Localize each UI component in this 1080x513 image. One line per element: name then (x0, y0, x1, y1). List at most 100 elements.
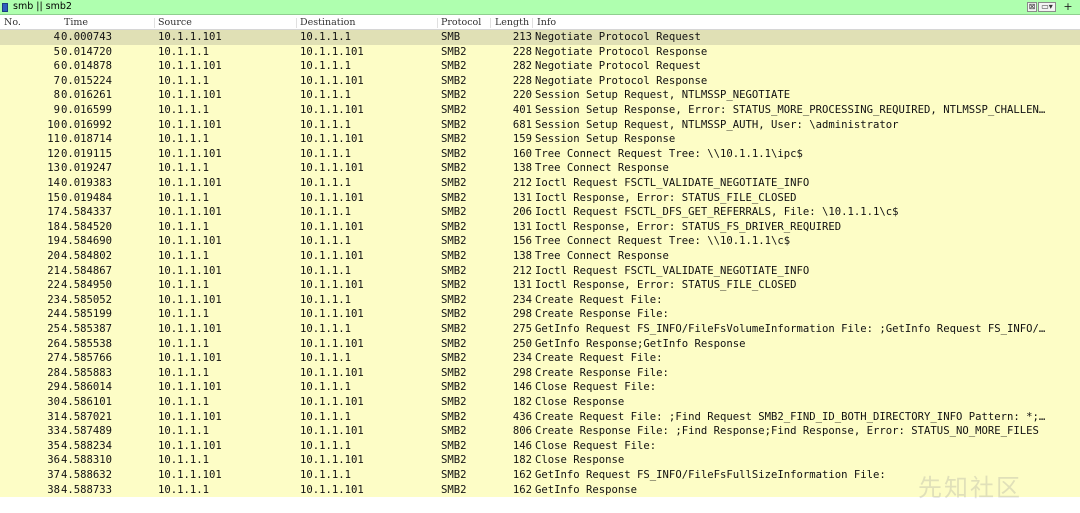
column-header-destination[interactable]: Destination (300, 17, 355, 29)
packet-info: Create Response File: (535, 308, 669, 321)
packet-number: 30 (47, 396, 60, 408)
packet-source: 10.1.1.1 (158, 191, 210, 204)
display-filter-input[interactable]: smb || smb2 (13, 1, 72, 13)
packet-row[interactable]: 31 4.587021 10.1.1.101 10.1.1.1 SMB2 436 Creat… (0, 409, 1080, 425)
packet-number: 14 (47, 177, 60, 189)
packet-source: 10.1.1.101 (158, 381, 222, 394)
column-header-time[interactable]: Time (64, 17, 88, 29)
packet-row[interactable]: 29 4.586014 10.1.1.101 10.1.1.1 SMB2 146 Close… (0, 380, 1080, 395)
packet-row[interactable]: 14 0.019383 10.1.1.101 10.1.1.1 SMB2 212 Ioctl… (0, 176, 1080, 191)
packet-number: 22 (47, 279, 60, 292)
packet-info: Negotiate Protocol Request (535, 60, 701, 73)
packet-row[interactable]: 11 0.018714 10.1.1.1 10.1.1.101 SMB2 159 Sessi… (0, 132, 1080, 147)
packet-protocol: SMB2 (441, 133, 467, 146)
packet-row[interactable]: 18 4.584520 10.1.1.1 10.1.1.101 SMB2 131 Ioctl… (0, 219, 1080, 235)
clear-filter-icon[interactable]: ⊠ (1027, 2, 1037, 12)
packet-length: 182 (512, 396, 532, 408)
packet-number: 17 (47, 206, 60, 219)
packet-info: GetInfo Response;GetInfo Response (535, 337, 746, 350)
packet-protocol: SMB2 (441, 60, 467, 73)
add-filter-button-icon[interactable]: + (1062, 1, 1074, 12)
packet-row[interactable]: 35 4.588234 10.1.1.101 10.1.1.1 SMB2 146 Close… (0, 438, 1080, 454)
column-header-length[interactable]: Length (495, 17, 529, 29)
packet-row[interactable]: 28 4.585883 10.1.1.1 10.1.1.101 SMB2 298 Creat… (0, 365, 1080, 381)
packet-length: 220 (512, 89, 532, 102)
column-divider[interactable] (532, 18, 533, 28)
packet-length: 159 (512, 133, 532, 146)
packet-destination: 10.1.1.101 (300, 366, 364, 379)
packet-destination: 10.1.1.101 (300, 279, 364, 292)
packet-row[interactable]: 13 0.019247 10.1.1.1 10.1.1.101 SMB2 138 Tree … (0, 161, 1080, 176)
packet-row[interactable]: 4 0.000743 10.1.1.101 10.1.1.1 SMB 213 Negotia… (0, 30, 1080, 45)
packet-source: 10.1.1.1 (158, 396, 210, 408)
packet-source: 10.1.1.1 (158, 454, 210, 467)
packet-row[interactable]: 22 4.584950 10.1.1.1 10.1.1.101 SMB2 131 Ioctl… (0, 278, 1080, 293)
packet-time: 4.584867 (61, 264, 113, 277)
packet-row[interactable]: 20 4.584802 10.1.1.1 10.1.1.101 SMB2 138 Tree … (0, 249, 1080, 264)
packet-protocol: SMB2 (441, 352, 467, 365)
packet-length: 401 (512, 104, 532, 116)
column-header-info[interactable]: Info (537, 17, 556, 29)
packet-row[interactable]: 30 4.586101 10.1.1.1 10.1.1.101 SMB2 182 Close… (0, 395, 1080, 410)
packet-source: 10.1.1.1 (158, 366, 210, 379)
packet-protocol: SMB2 (441, 191, 467, 204)
packet-time: 4.585387 (61, 323, 113, 335)
packet-source: 10.1.1.101 (158, 293, 222, 306)
packet-info: Close Request File: (535, 439, 657, 452)
packet-protocol: SMB2 (441, 235, 467, 248)
packet-number: 25 (47, 323, 60, 335)
packet-row[interactable]: 25 4.585387 10.1.1.101 10.1.1.1 SMB2 275 GetIn… (0, 322, 1080, 337)
packet-row[interactable]: 36 4.588310 10.1.1.1 10.1.1.101 SMB2 182 Close… (0, 453, 1080, 468)
packet-info: Ioctl Response, Error: STATUS_FILE_CLOSE… (535, 279, 797, 292)
packet-row[interactable]: 8 0.016261 10.1.1.101 10.1.1.1 SMB2 220 Sessio… (0, 88, 1080, 103)
packet-destination: 10.1.1.1 (300, 60, 352, 73)
packet-row[interactable]: 38 4.588733 10.1.1.1 10.1.1.101 SMB2 162 GetIn… (0, 482, 1080, 498)
packet-row[interactable]: 37 4.588632 10.1.1.101 10.1.1.1 SMB2 162 GetIn… (0, 468, 1080, 483)
packet-length: 436 (512, 410, 532, 423)
packet-row[interactable]: 7 0.015224 10.1.1.1 10.1.1.101 SMB2 228 Negoti… (0, 73, 1080, 89)
packet-source: 10.1.1.1 (158, 45, 210, 58)
packet-length: 228 (512, 45, 532, 58)
packet-source: 10.1.1.101 (158, 235, 222, 248)
packet-number: 36 (47, 454, 60, 467)
packet-row[interactable]: 24 4.585199 10.1.1.1 10.1.1.101 SMB2 298 Creat… (0, 307, 1080, 322)
packet-row[interactable]: 10 0.016992 10.1.1.101 10.1.1.1 SMB2 681 Sessi… (0, 117, 1080, 133)
packet-row[interactable]: 27 4.585766 10.1.1.101 10.1.1.1 SMB2 234 Creat… (0, 351, 1080, 366)
column-header-no[interactable]: No. (4, 17, 21, 29)
column-divider[interactable] (490, 18, 491, 28)
packet-row[interactable]: 6 0.014878 10.1.1.101 10.1.1.1 SMB2 282 Negoti… (0, 59, 1080, 74)
packet-destination: 10.1.1.101 (300, 191, 364, 204)
packet-destination: 10.1.1.101 (300, 133, 364, 146)
packet-info: Tree Connect Response (535, 250, 669, 262)
packet-row[interactable]: 21 4.584867 10.1.1.101 10.1.1.1 SMB2 212 Ioctl… (0, 263, 1080, 279)
packet-row[interactable]: 17 4.584337 10.1.1.101 10.1.1.1 SMB2 206 Ioctl… (0, 205, 1080, 220)
bookmark-icon[interactable] (2, 3, 8, 12)
packet-time: 0.019247 (61, 162, 113, 175)
packet-row[interactable]: 5 0.014720 10.1.1.1 10.1.1.101 SMB2 228 Negoti… (0, 44, 1080, 60)
packet-row[interactable]: 15 0.019484 10.1.1.1 10.1.1.101 SMB2 131 Ioctl… (0, 190, 1080, 206)
packet-row[interactable]: 33 4.587489 10.1.1.1 10.1.1.101 SMB2 806 Creat… (0, 424, 1080, 439)
column-header-source[interactable]: Source (158, 17, 192, 29)
packet-time: 0.016261 (61, 89, 113, 102)
packet-destination: 10.1.1.101 (300, 337, 364, 350)
packet-destination: 10.1.1.1 (300, 293, 352, 306)
packet-protocol: SMB2 (441, 264, 467, 277)
column-divider[interactable] (296, 18, 297, 28)
packet-length: 156 (512, 235, 532, 248)
packet-row[interactable]: 23 4.585052 10.1.1.101 10.1.1.1 SMB2 234 Creat… (0, 292, 1080, 308)
recent-filters-dropdown-icon[interactable]: ▭▾ (1038, 2, 1056, 12)
column-divider[interactable] (437, 18, 438, 28)
packet-source: 10.1.1.1 (158, 279, 210, 292)
packet-info: Ioctl Response, Error: STATUS_FS_DRIVER_… (535, 220, 842, 233)
packet-row[interactable]: 26 4.585538 10.1.1.1 10.1.1.101 SMB2 250 GetIn… (0, 336, 1080, 352)
packet-row[interactable]: 12 0.019115 10.1.1.101 10.1.1.1 SMB2 160 Tree … (0, 146, 1080, 162)
packet-source: 10.1.1.1 (158, 74, 210, 87)
packet-info: Create Response File: (535, 366, 669, 379)
column-divider[interactable] (154, 18, 155, 28)
column-header-protocol[interactable]: Protocol (441, 17, 481, 29)
packet-length: 146 (512, 439, 532, 452)
display-filter-bar[interactable]: smb || smb2 ⊠ ▭▾ + (0, 0, 1080, 15)
packet-protocol: SMB2 (441, 381, 467, 394)
packet-row[interactable]: 19 4.584690 10.1.1.101 10.1.1.1 SMB2 156 Tree … (0, 234, 1080, 249)
packet-row[interactable]: 9 0.016599 10.1.1.1 10.1.1.101 SMB2 401 Sessio… (0, 103, 1080, 118)
